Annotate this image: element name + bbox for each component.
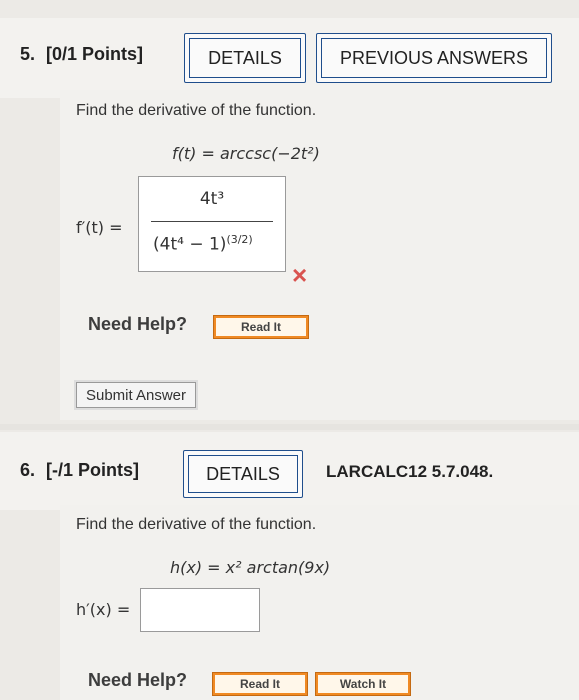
q5-answer-exponent: (3/2) — [226, 233, 253, 246]
q6-read-it-button[interactable]: Read It — [212, 672, 308, 696]
q6-answer-label: h′(x) = — [76, 600, 131, 619]
section-divider — [0, 424, 579, 430]
q5-answer-label: f′(t) = — [76, 218, 123, 237]
q5-points: [0/1 Points] — [46, 44, 144, 64]
q5-submit-answer-button[interactable]: Submit Answer — [76, 382, 196, 408]
q5-function: f(t) = arccsc(−2t²) — [172, 144, 320, 163]
q5-title: 5. [0/1 Points] — [20, 44, 143, 65]
q5-answer-numerator: 4t³ — [199, 189, 225, 209]
fraction-bar — [151, 221, 273, 222]
q6-source: LARCALC12 5.7.048. — [326, 462, 494, 481]
q6-number: 6. — [20, 460, 36, 480]
q6-title: 6. [-/1 Points] — [20, 460, 139, 481]
q5-answer-denominator: (4t⁴ − 1) — [153, 234, 227, 255]
q5-prompt: Find the derivative of the function. — [76, 102, 317, 119]
q6-details-button[interactable]: DETAILS — [183, 450, 303, 498]
q5-need-help: Need Help? — [88, 314, 188, 334]
q5-number: 5. — [20, 44, 36, 64]
q6-points: [-/1 Points] — [46, 460, 140, 480]
q5-answer-denominator-group: (4t⁴ − 1)(3/2) — [153, 233, 253, 255]
q6-need-help: Need Help? — [88, 670, 188, 690]
q6-prompt: Find the derivative of the function. — [76, 516, 317, 533]
q5-previous-answers-button[interactable]: PREVIOUS ANSWERS — [316, 33, 552, 83]
q5-details-button[interactable]: DETAILS — [184, 33, 306, 83]
incorrect-icon: × — [292, 260, 308, 290]
q5-answer-box[interactable]: 4t³ (4t⁴ − 1)(3/2) — [138, 176, 286, 272]
q6-watch-it-button[interactable]: Watch It — [315, 672, 411, 696]
q5-read-it-button[interactable]: Read It — [213, 315, 309, 339]
q6-function: h(x) = x² arctan(9x) — [170, 558, 331, 577]
q6-answer-input[interactable] — [140, 588, 260, 632]
